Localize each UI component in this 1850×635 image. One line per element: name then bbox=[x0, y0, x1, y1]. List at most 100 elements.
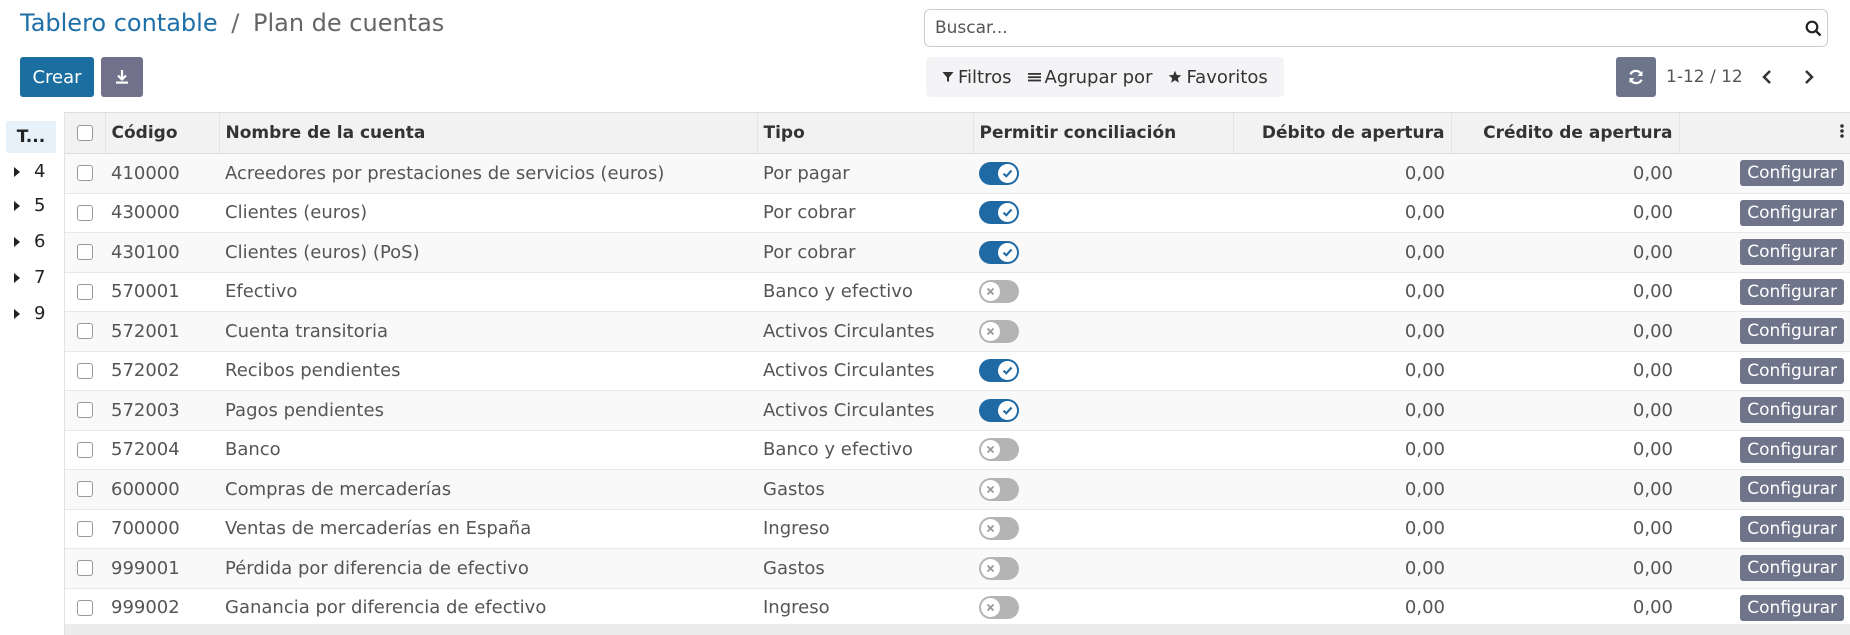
configure-button[interactable]: Configurar bbox=[1740, 278, 1844, 305]
configure-cell: Configurar bbox=[1679, 548, 1850, 589]
opening-credit: 0,00 bbox=[1451, 311, 1679, 352]
column-header-reconcile[interactable]: Permitir conciliación bbox=[972, 112, 1233, 154]
table-row[interactable]: 572002 Recibos pendientes Activos Circul… bbox=[65, 351, 1850, 391]
filter-icon bbox=[942, 72, 954, 82]
column-header-opening-debit[interactable]: Débito de apertura bbox=[1232, 112, 1451, 154]
search-panel-item[interactable]: 5 bbox=[14, 195, 45, 216]
refresh-button[interactable] bbox=[1616, 57, 1656, 97]
pager-value[interactable]: 1-12 / 12 bbox=[1666, 67, 1743, 87]
select-all-checkbox[interactable] bbox=[76, 125, 93, 141]
row-checkbox[interactable] bbox=[77, 323, 93, 340]
search-panel-item[interactable]: 6 bbox=[14, 231, 45, 252]
table-row[interactable]: 410000 Acreedores por prestaciones de se… bbox=[65, 153, 1850, 194]
table-row[interactable]: 999001 Pérdida por diferencia de efectiv… bbox=[65, 548, 1850, 589]
account-type: Por pagar bbox=[757, 153, 973, 194]
caret-right-icon bbox=[14, 236, 20, 247]
configure-button[interactable]: Configurar bbox=[1740, 436, 1844, 463]
optional-columns-toggle[interactable] bbox=[1678, 112, 1850, 154]
reconcile-cell bbox=[973, 390, 1233, 431]
table-row[interactable]: 572004 Banco Banco y efectivo 0,00 0,00 … bbox=[65, 430, 1850, 470]
opening-debit: 0,00 bbox=[1233, 548, 1451, 589]
favorites-dropdown[interactable]: Favoritos bbox=[1168, 67, 1268, 88]
reconcile-toggle[interactable] bbox=[979, 556, 1019, 580]
row-checkbox[interactable] bbox=[77, 441, 93, 458]
pager-next-button[interactable] bbox=[1791, 69, 1827, 85]
reconcile-toggle[interactable] bbox=[979, 280, 1019, 304]
configure-button[interactable]: Configurar bbox=[1740, 318, 1844, 345]
search-icon[interactable] bbox=[1799, 20, 1827, 37]
search-panel-item[interactable]: 9 bbox=[14, 303, 45, 324]
download-button[interactable] bbox=[101, 57, 143, 97]
account-type: Ingreso bbox=[757, 509, 973, 549]
row-checkbox[interactable] bbox=[77, 520, 93, 537]
configure-button[interactable]: Configurar bbox=[1740, 476, 1844, 503]
row-checkbox[interactable] bbox=[77, 560, 93, 577]
search-panel-item-label: 9 bbox=[34, 303, 46, 324]
select-all-cell bbox=[65, 112, 105, 154]
account-name: Compras de mercaderías bbox=[219, 469, 757, 510]
search-panel-item-label: 6 bbox=[34, 231, 46, 252]
search-panel-item[interactable]: 4 bbox=[14, 161, 45, 182]
reconcile-toggle[interactable] bbox=[979, 161, 1019, 185]
configure-button[interactable]: Configurar bbox=[1740, 397, 1844, 424]
configure-button[interactable]: Configurar bbox=[1740, 160, 1844, 187]
caret-right-icon bbox=[14, 272, 20, 283]
row-checkbox[interactable] bbox=[77, 481, 93, 498]
opening-credit: 0,00 bbox=[1451, 272, 1679, 312]
create-button[interactable]: Crear bbox=[20, 57, 94, 97]
row-checkbox[interactable] bbox=[77, 402, 93, 419]
reconcile-toggle[interactable] bbox=[979, 596, 1019, 620]
table-row[interactable]: 600000 Compras de mercaderías Gastos 0,0… bbox=[65, 469, 1850, 510]
reconcile-cell bbox=[973, 272, 1233, 312]
opening-debit: 0,00 bbox=[1233, 232, 1451, 273]
configure-button[interactable]: Configurar bbox=[1740, 515, 1844, 542]
table-row[interactable]: 572003 Pagos pendientes Activos Circulan… bbox=[65, 390, 1850, 431]
reconcile-toggle[interactable] bbox=[979, 201, 1019, 225]
configure-button[interactable]: Configurar bbox=[1740, 555, 1844, 582]
configure-button[interactable]: Configurar bbox=[1740, 594, 1844, 621]
table-row[interactable]: 700000 Ventas de mercaderías en España I… bbox=[65, 509, 1850, 549]
account-type: Activos Circulantes bbox=[757, 351, 973, 391]
reconcile-toggle[interactable] bbox=[979, 517, 1019, 541]
group-by-dropdown[interactable]: Agrupar por bbox=[1027, 67, 1152, 88]
row-checkbox[interactable] bbox=[77, 283, 93, 300]
column-header-name[interactable]: Nombre de la cuenta bbox=[218, 112, 757, 154]
reconcile-toggle[interactable] bbox=[979, 477, 1019, 501]
configure-button[interactable]: Configurar bbox=[1740, 199, 1844, 226]
breadcrumb-parent-link[interactable]: Tablero contable bbox=[20, 9, 218, 37]
configure-cell: Configurar bbox=[1679, 351, 1850, 391]
check-icon bbox=[1002, 367, 1013, 376]
row-select-cell bbox=[65, 390, 105, 431]
pager-previous-button[interactable] bbox=[1749, 69, 1785, 85]
table-row[interactable]: 999002 Ganancia por diferencia de efecti… bbox=[65, 588, 1850, 628]
column-header-opening-credit[interactable]: Crédito de apertura bbox=[1450, 112, 1679, 154]
row-checkbox[interactable] bbox=[77, 599, 93, 616]
filters-dropdown[interactable]: Filtros bbox=[942, 67, 1012, 88]
table-row[interactable]: 572001 Cuenta transitoria Activos Circul… bbox=[65, 311, 1850, 352]
opening-debit: 0,00 bbox=[1233, 153, 1451, 194]
reconcile-toggle[interactable] bbox=[979, 240, 1019, 264]
row-checkbox[interactable] bbox=[77, 204, 93, 221]
table-body: 410000 Acreedores por prestaciones de se… bbox=[65, 153, 1850, 628]
reconcile-toggle[interactable] bbox=[979, 359, 1019, 383]
close-icon bbox=[986, 446, 995, 454]
search-panel-header[interactable]: T... bbox=[6, 121, 56, 153]
reconcile-toggle[interactable] bbox=[979, 398, 1019, 422]
search-input[interactable] bbox=[933, 10, 1799, 46]
table-row[interactable]: 430000 Clientes (euros) Por cobrar 0,00 … bbox=[65, 193, 1850, 233]
row-checkbox[interactable] bbox=[77, 165, 93, 182]
search-panel-item[interactable]: 7 bbox=[14, 267, 45, 288]
row-checkbox[interactable] bbox=[77, 244, 93, 261]
account-code: 572004 bbox=[105, 430, 219, 470]
table-row[interactable]: 430100 Clientes (euros) (PoS) Por cobrar… bbox=[65, 232, 1850, 273]
row-checkbox[interactable] bbox=[77, 362, 93, 379]
column-header-type[interactable]: Tipo bbox=[756, 112, 973, 154]
configure-cell: Configurar bbox=[1679, 232, 1850, 273]
reconcile-toggle[interactable] bbox=[979, 319, 1019, 343]
column-header-code[interactable]: Código bbox=[104, 112, 219, 154]
configure-button[interactable]: Configurar bbox=[1740, 357, 1844, 384]
reconcile-toggle[interactable] bbox=[979, 438, 1019, 462]
account-name: Efectivo bbox=[219, 272, 757, 312]
configure-button[interactable]: Configurar bbox=[1740, 239, 1844, 266]
table-row[interactable]: 570001 Efectivo Banco y efectivo 0,00 0,… bbox=[65, 272, 1850, 312]
